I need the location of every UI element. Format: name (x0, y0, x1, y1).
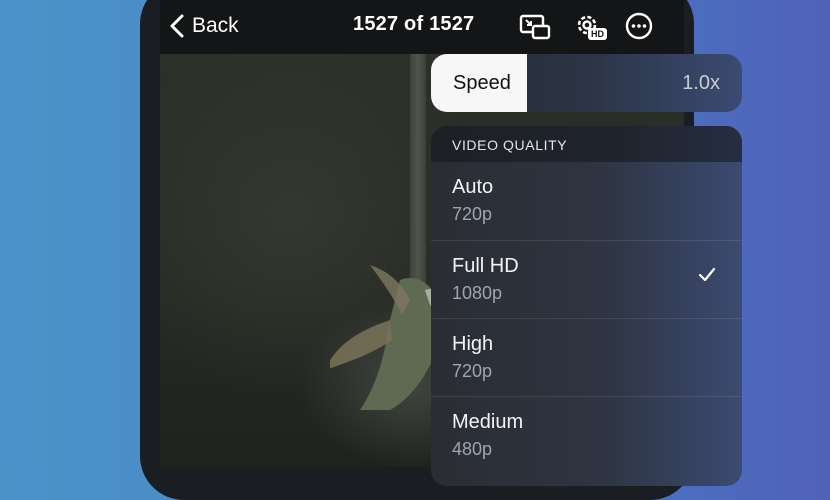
video-quality-menu: VIDEO QUALITY Auto 720p Full HD 1080p Hi… (431, 126, 742, 486)
quality-option-resolution: 720p (452, 361, 493, 381)
quality-option-name: High (452, 333, 494, 355)
quality-option-name: Medium (452, 411, 524, 433)
chevron-left-icon (170, 14, 184, 38)
quality-option-full-hd[interactable]: Full HD 1080p (431, 240, 742, 319)
quality-option-name: Auto (452, 176, 494, 198)
quality-option-resolution: 720p (452, 204, 493, 224)
video-quality-header: VIDEO QUALITY (431, 126, 742, 162)
quality-option-auto[interactable]: Auto 720p (431, 162, 742, 240)
quality-option-resolution: 1080p (452, 283, 503, 303)
picture-in-picture-icon[interactable] (518, 10, 552, 44)
hd-badge: HD (588, 28, 607, 40)
quality-option-medium[interactable]: Medium 480p (431, 396, 742, 475)
quality-option-name: Full HD (452, 255, 519, 277)
page-title: 1527 of 1527 (353, 13, 475, 35)
video-quality-header-label: VIDEO QUALITY (452, 137, 568, 153)
speed-slider[interactable]: Speed 1.0x (431, 54, 742, 112)
back-button[interactable]: Back (170, 12, 239, 40)
back-label: Back (192, 14, 239, 37)
more-options-icon[interactable] (622, 10, 656, 44)
speed-value: 1.0x (682, 72, 720, 94)
speed-label: Speed (453, 72, 511, 94)
settings-hd-button[interactable]: HD (572, 10, 607, 44)
quality-option-high[interactable]: High 720p (431, 318, 742, 397)
checkmark-icon (698, 267, 716, 282)
quality-option-resolution: 480p (452, 439, 493, 459)
